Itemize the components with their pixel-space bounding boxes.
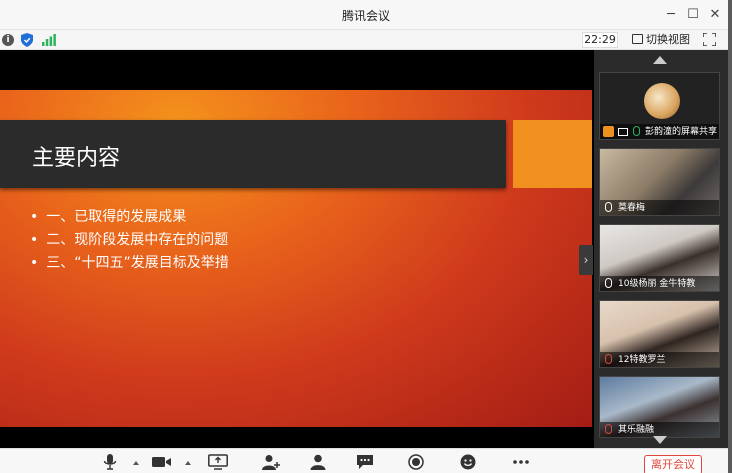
more-options-icon[interactable] — [512, 454, 530, 470]
participant-tile[interactable]: 12特教罗兰 — [599, 300, 720, 368]
mic-options-caret-icon[interactable] — [133, 461, 139, 465]
shield-icon[interactable] — [21, 33, 33, 47]
close-button[interactable]: ✕ — [706, 6, 724, 24]
meeting-toolbar: i 22:29 切换视图 — [0, 30, 732, 50]
info-icon[interactable]: i — [2, 34, 14, 46]
avatar — [644, 83, 680, 119]
participant-strip: 彭韵潼的屏幕共享 莫春梅 10级杨丽 金牛特教 12特教罗兰 其乐融融 — [594, 50, 732, 448]
mic-icon — [633, 126, 640, 136]
scroll-up-arrow-icon[interactable] — [653, 56, 667, 64]
user-icon — [603, 126, 614, 137]
slide-bullet-list: 一、已取得的发展成果 二、现阶段发展中存在的问题 三、“十四五”发展目标及举措 — [30, 206, 229, 275]
participant-tile[interactable]: 莫春梅 — [599, 148, 720, 216]
chat-icon[interactable] — [356, 454, 374, 470]
screen-share-icon — [618, 128, 628, 136]
meeting-timer: 22:29 — [582, 32, 618, 48]
emoji-icon[interactable] — [460, 454, 476, 470]
collapse-strip-button[interactable]: › — [579, 245, 593, 275]
participant-tile[interactable]: 彭韵潼的屏幕共享 — [599, 72, 720, 140]
participant-name: 其乐融融 — [618, 425, 655, 435]
slide-bullet: 二、现阶段发展中存在的问题 — [30, 229, 229, 252]
slide-title: 主要内容 — [32, 146, 121, 171]
mic-icon — [605, 278, 612, 288]
mic-muted-icon — [605, 354, 612, 364]
mic-icon — [605, 202, 612, 212]
shared-screen: 主要内容 一、已取得的发展成果 二、现阶段发展中存在的问题 三、“十四五”发展目… — [0, 50, 594, 448]
leave-meeting-button[interactable]: 离开会议 — [644, 455, 702, 473]
camera-icon[interactable] — [152, 454, 172, 470]
camera-options-caret-icon[interactable] — [185, 461, 191, 465]
microphone-icon[interactable] — [103, 454, 117, 470]
participant-tile[interactable]: 10级杨丽 金牛特教 — [599, 224, 720, 292]
invite-member-icon[interactable] — [262, 454, 281, 470]
signal-icon[interactable] — [42, 34, 56, 46]
slide-bullet: 一、已取得的发展成果 — [30, 206, 229, 229]
participant-name: 莫春梅 — [618, 203, 646, 213]
grid-view-icon — [632, 34, 643, 44]
record-icon[interactable] — [408, 454, 424, 470]
manage-members-icon[interactable] — [310, 454, 326, 470]
participant-name: 彭韵潼的屏幕共享 — [645, 127, 718, 137]
participant-name: 10级杨丽 金牛特教 — [618, 279, 696, 289]
switch-view-button[interactable]: 切换视图 — [632, 32, 690, 48]
meeting-controls: 离开会议 — [0, 448, 732, 473]
minimize-button[interactable]: ─ — [662, 6, 680, 24]
slide-accent-block — [513, 120, 592, 188]
participant-name: 12特教罗兰 — [618, 355, 666, 365]
slide-bullet: 三、“十四五”发展目标及举措 — [30, 252, 229, 275]
title-bar: 腾讯会议 ─ ☐ ✕ — [0, 0, 732, 30]
presentation-slide: 主要内容 一、已取得的发展成果 二、现阶段发展中存在的问题 三、“十四五”发展目… — [0, 90, 592, 427]
window-edge — [728, 0, 732, 473]
mic-muted-icon — [605, 424, 612, 434]
fullscreen-icon[interactable] — [703, 33, 716, 46]
share-screen-icon[interactable] — [208, 454, 228, 470]
maximize-button[interactable]: ☐ — [684, 6, 702, 24]
window-title: 腾讯会议 — [341, 9, 390, 23]
switch-view-label: 切换视图 — [646, 33, 690, 46]
slide-title-bar: 主要内容 — [0, 120, 506, 188]
scroll-down-arrow-icon[interactable] — [653, 436, 667, 444]
participant-tile[interactable]: 其乐融融 — [599, 376, 720, 438]
meeting-window: 腾讯会议 ─ ☐ ✕ i 22:29 切换视图 主要内容 • 一、已取得的发展成… — [0, 0, 732, 473]
